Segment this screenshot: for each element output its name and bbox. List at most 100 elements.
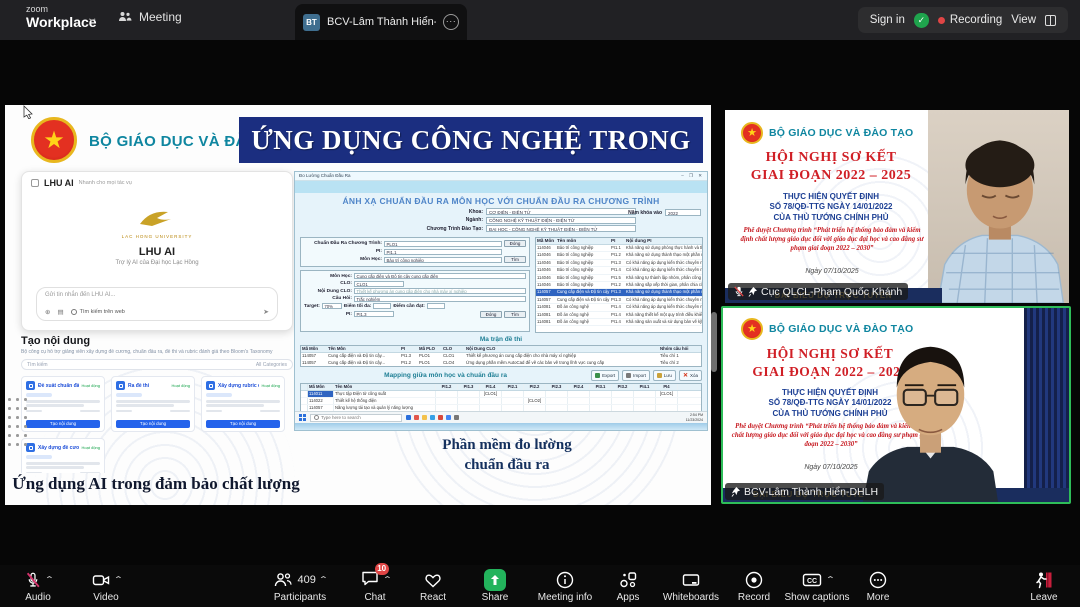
export-button[interactable]: Export [591, 370, 619, 381]
video-chevron-icon[interactable]: ⌃ [113, 575, 123, 584]
audio-chevron-icon[interactable]: ⌃ [44, 575, 54, 584]
close2-button[interactable]: Đóng [480, 311, 502, 318]
pi-select[interactable]: PI1.1 [384, 249, 502, 255]
leave-button[interactable]: Leave [1018, 569, 1070, 603]
plo-select[interactable]: PLO1 [384, 241, 502, 247]
lhu-input-placeholder: Gửi tin nhắn đến LHU AI... [45, 292, 269, 298]
ai-tool-card[interactable]: Xây dựng đề cương môn học Hoạt động Tạo … [21, 438, 105, 473]
captions-chevron-icon[interactable]: ⌃ [825, 575, 835, 584]
cell-code: 114057 [536, 297, 556, 303]
windows-start-icon[interactable] [299, 414, 306, 421]
khoa-label: Khoa: [365, 209, 483, 215]
chat-chevron-icon[interactable]: ⌃ [382, 575, 392, 584]
studio-filter-dropdown[interactable]: All Categories [256, 362, 287, 368]
card-meta [80, 410, 100, 413]
monhoc-label: Môn Học: [304, 257, 382, 262]
view-button[interactable]: View [1011, 14, 1036, 26]
video-tile-lam-thanh-hien[interactable]: ★ BỘ GIÁO DỤC VÀ ĐÀO TẠO HỘI NGHỊ SƠ KẾT… [721, 306, 1071, 504]
more-button[interactable]: More [856, 569, 900, 603]
close-button[interactable]: Đóng [504, 240, 526, 247]
video-button[interactable]: ⌃ Video [80, 569, 132, 603]
nam-select[interactable]: 2022 [665, 209, 701, 216]
tab-meeting[interactable]: Meeting [118, 10, 182, 24]
table-row[interactable]: 114046 Bảo trì công nghiệp PI1.1 Khả năn… [536, 245, 702, 252]
taskbar-app-icons[interactable] [406, 415, 459, 420]
view-grid-icon[interactable] [1045, 15, 1056, 26]
card-meta [80, 472, 100, 474]
ai-tool-card[interactable]: Xây dựng rubric đánh giá Hoạt động Tạo n… [201, 376, 285, 432]
captions-label: Show captions [784, 592, 849, 603]
table-row[interactable]: 114081 Đồ án công nghệ PI1.4 Khả năng sả… [536, 319, 702, 326]
monhoc-select[interactable]: Bảo trì công nghiệp [384, 257, 502, 263]
table-row[interactable]: 114081 Đồ án công nghệ PI1.4 Khả năng th… [536, 312, 702, 319]
video-tile-pham-quoc-khanh[interactable]: ★ BỘ GIÁO DỤC VÀ ĐÀO TẠO HỘI NGHỊ SƠ KẾT… [725, 110, 1069, 303]
monhoc2-field[interactable]: Cung cấp điện và Độ tin cậy cung cấp điệ… [354, 273, 526, 279]
delete-button[interactable]: ✕Xóa [679, 370, 702, 381]
tab-shared-screen[interactable]: BT BCV-Lâm Thành Hiển-DHLH's scr ··· [295, 4, 467, 40]
cell-code: 114081 [536, 319, 556, 325]
create-content-button[interactable]: Tạo nội dung [206, 420, 280, 428]
table-row[interactable]: 114057 Cung cấp điện và Độ tin cậy... PI… [301, 360, 701, 367]
ai-tool-card[interactable]: Ra đề thi Hoạt động Tạo nội dung [111, 376, 195, 432]
table-row[interactable]: 114046 Bảo trì công nghiệp PI1.4 Có khả … [536, 267, 702, 274]
window-controls-icons[interactable]: – ❐ ✕ [681, 173, 704, 179]
table-row[interactable]: 114046 Bảo trì công nghiệp PI1.2 Khả năn… [536, 282, 702, 289]
web-search-toggle[interactable]: Tìm kiếm trên web [71, 309, 125, 315]
chat-button[interactable]: 10 ⌃ Chat [350, 569, 400, 603]
captions-button[interactable]: CC ⌃ Show captions [780, 569, 854, 603]
studio-search-bar[interactable]: Tìm kiếm All Categories [21, 359, 293, 370]
import-icon [626, 373, 631, 378]
record-button[interactable]: Record [730, 569, 778, 603]
ctdt-select[interactable]: ĐẠI HỌC - CÔNG NGHỆ KỸ THUẬT ĐIỆN - ĐIỆN… [486, 225, 636, 232]
share-tab-options-icon[interactable]: ··· [443, 14, 459, 30]
participants-button[interactable]: 409 ⌃ Participants [262, 569, 338, 603]
table-row[interactable]: 114046 Bảo trì công nghiệp PI1.3 Có khả … [536, 260, 702, 267]
outcome-software-screenshot: Đo Lường Chuẩn Đầu Ra – ❐ ✕ ÁNH XẠ CHUẨN… [294, 171, 708, 431]
import-button[interactable]: Import [622, 370, 650, 381]
scrollbar-thumb[interactable] [711, 312, 717, 372]
whiteboards-button[interactable]: Whiteboards [654, 569, 728, 603]
ndclo-field[interactable]: Thiết kế phương án cung cấp điện cho nhà… [354, 288, 526, 294]
table-row[interactable]: 114046 Bảo trì công nghiệp PI1.2 Khả năn… [536, 252, 702, 259]
meeting-info-button[interactable]: Meeting info [528, 569, 602, 603]
workspace-chevron-down-icon[interactable]: ⌄ [85, 13, 98, 24]
diemcandat-field[interactable] [427, 303, 445, 309]
clo-select[interactable]: CLO1 [354, 281, 404, 287]
diemtoida-field[interactable] [373, 303, 391, 309]
table-row[interactable]: 114081 Đồ án công nghệ PI1.4 Có khả năng… [536, 304, 702, 311]
search2-button[interactable]: Tìm [504, 311, 526, 318]
nganh-select[interactable]: CÔNG NGHỆ KỸ THUẬT ĐIỆN - ĐIỆN TỬ [486, 217, 636, 224]
search-button[interactable]: Tìm [504, 256, 526, 263]
table-row[interactable]: 114057 Cung cấp điện và Độ tin cậy cấ...… [536, 297, 702, 304]
sign-in-button[interactable]: Sign in [870, 14, 905, 26]
target-field[interactable]: 70% [322, 303, 342, 309]
taskbar-search[interactable]: Type here to search [310, 414, 402, 422]
cauhoi-field[interactable]: Trắc nghiệm [354, 296, 526, 302]
apps-button[interactable]: Apps [606, 569, 650, 603]
cell: 114057 [301, 360, 327, 367]
ai-tool-card[interactable]: Đề xuất chuẩn đầu ra Hoạt động Tạo nội d… [21, 376, 105, 432]
table-row[interactable]: 114011 Thực tập Điện tử công suất [CLO1]… [301, 391, 701, 398]
react-button[interactable]: React [410, 569, 456, 603]
create-content-button[interactable]: Tạo nội dung [116, 420, 190, 428]
save-button[interactable]: Lưu [653, 370, 676, 381]
card-tag-pill [26, 455, 52, 459]
table-row[interactable]: 114046 Bảo trì công nghiệp PI1.5 Khả năn… [536, 275, 702, 282]
card-desc-line [116, 404, 174, 407]
template-icon[interactable]: ▤ [57, 308, 63, 316]
xcol-pi: PI1.3 [458, 384, 480, 390]
send-icon[interactable]: ➤ [263, 308, 269, 316]
table-row[interactable]: 114057 Cung cấp điện và Độ tin cậy cấ...… [536, 289, 702, 296]
khoa-select[interactable]: CƠ ĐIỆN - ĐIỆN TỬ [486, 208, 636, 215]
table-row[interactable]: 114022 Thiết kế hệ thống điện [CLO2] [301, 398, 701, 405]
table-row[interactable]: 114057 Cung cấp điện và Độ tin cậy... PI… [301, 353, 701, 360]
security-shield-icon[interactable]: ✓ [914, 13, 929, 28]
audio-button[interactable]: ⌃ Audio [12, 569, 64, 603]
create-content-button[interactable]: Tạo nội dung [26, 420, 100, 428]
pi2-field[interactable]: PI1.3 [354, 311, 394, 317]
share-button[interactable]: Share [470, 569, 520, 603]
pi2-label: PI: [304, 312, 352, 317]
participants-chevron-icon[interactable]: ⌃ [318, 575, 328, 584]
attach-icon[interactable]: ⊕ [45, 308, 50, 316]
lhu-chat-input[interactable]: Gửi tin nhắn đến LHU AI... ⊕ ▤ Tìm kiếm … [36, 287, 278, 321]
